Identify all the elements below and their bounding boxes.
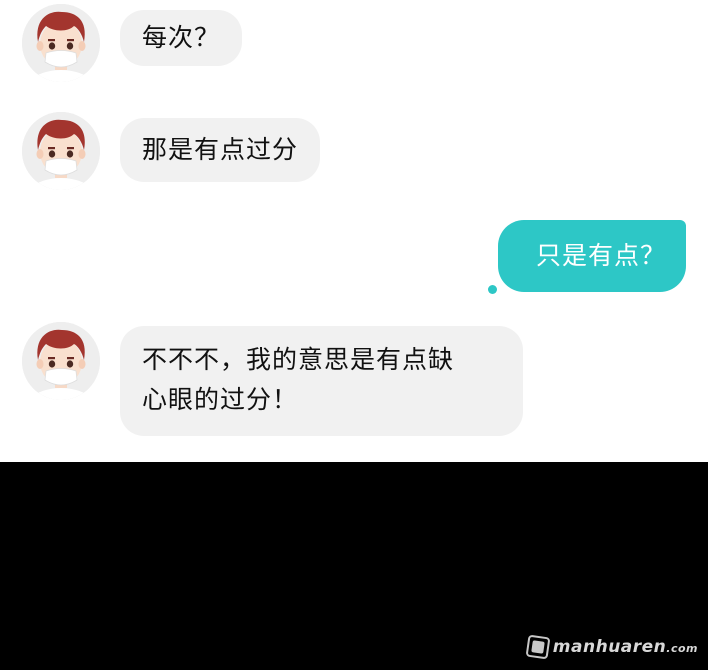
contact-avatar [22,4,100,82]
status-dot [488,285,497,294]
watermark-text: manhuaren.com [552,637,698,657]
message-bubble: 那是有点过分 [120,118,321,182]
outgoing-message-bubble: 只是有点？ [498,220,686,292]
message-text-line: 不不不，我的意思是有点缺 [142,345,455,374]
message-bubble: 不不不，我的意思是有点缺 心眼的过分！ [120,326,523,436]
masked-boy-avatar-icon [22,112,100,190]
contact-avatar [22,322,100,400]
watermark-logo-icon [525,634,551,660]
message-text-line: 心眼的过分！ [142,385,299,414]
masked-boy-avatar-icon [22,4,100,82]
message-text: 那是有点过分 [142,135,299,164]
contact-avatar [22,112,100,190]
site-watermark: manhuaren.com [525,634,698,660]
chat-panel: 每次？ 那是有点过分 只是有点？ 不不不，我的意思是有点缺 心眼的过分！ [0,0,708,462]
message-text: 只是有点？ [535,241,666,270]
masked-boy-avatar-icon [22,322,100,400]
message-text: 每次？ [142,23,221,52]
message-bubble: 每次？ [120,10,243,66]
